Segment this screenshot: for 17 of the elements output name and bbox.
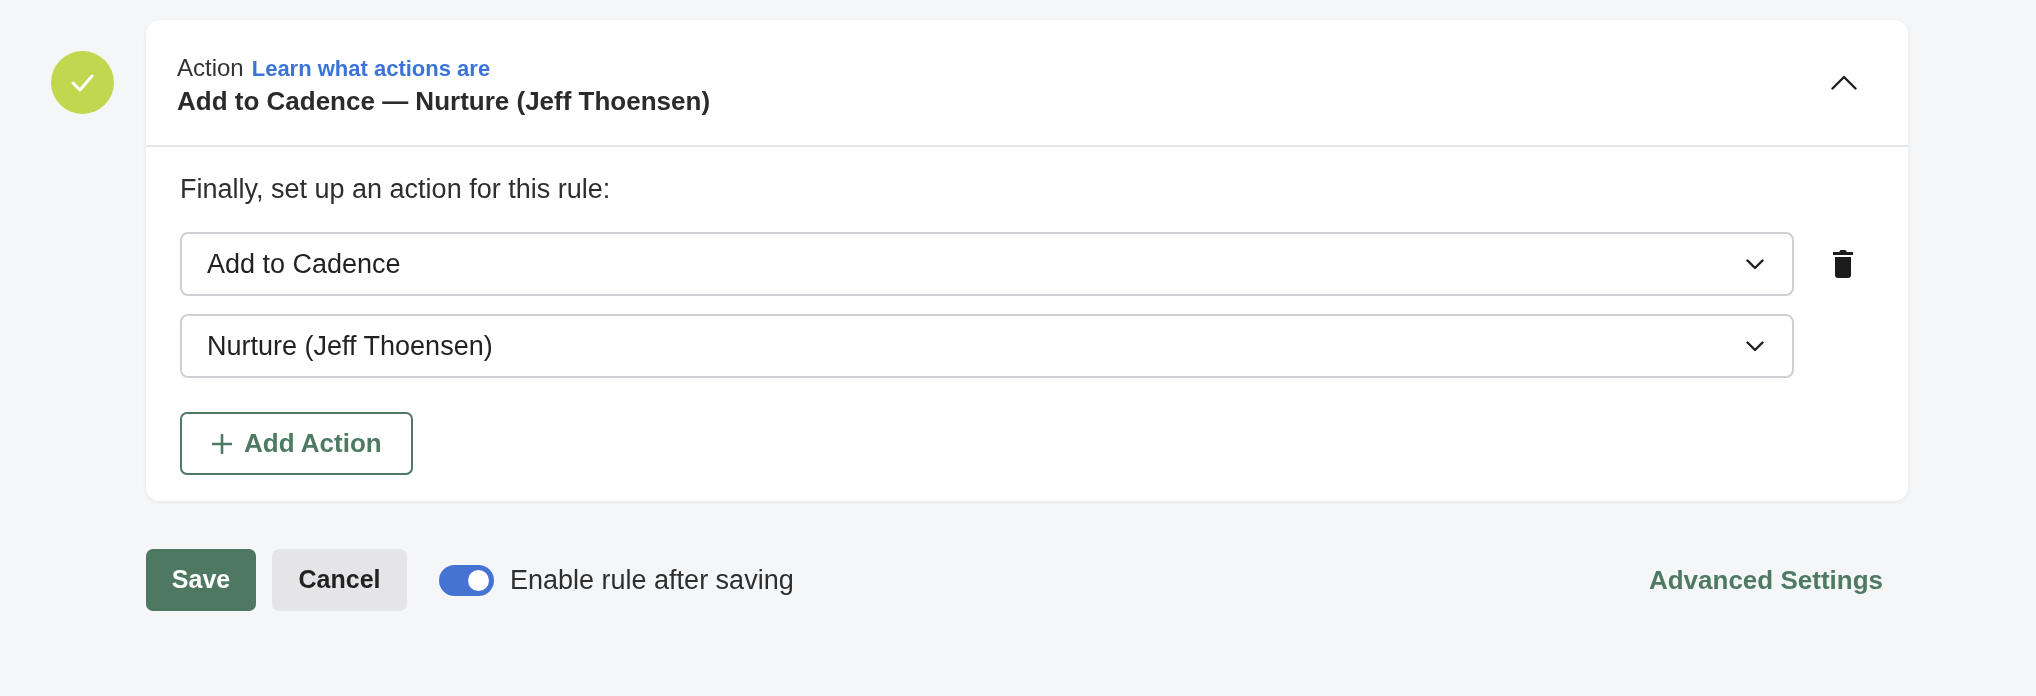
- toggle-label: Enable rule after saving: [510, 563, 794, 597]
- action-summary-title: Add to Cadence — Nurture (Jeff Thoensen): [177, 85, 711, 118]
- select-field[interactable]: Nurture (Jeff Thoensen): [180, 314, 1794, 378]
- advanced-settings-link[interactable]: Advanced Settings: [1648, 560, 1883, 600]
- chevron-down-icon: [1746, 258, 1764, 270]
- section-label: Action: [177, 53, 244, 83]
- select-field[interactable]: Add to Cadence: [180, 232, 1794, 296]
- instruction-text: Finally, set up an action for this rule:: [180, 173, 611, 206]
- chevron-down-icon: [1746, 340, 1764, 352]
- cancel-button[interactable]: Cancel: [272, 549, 407, 611]
- trash-icon[interactable]: [1833, 250, 1853, 278]
- plus-icon: [212, 433, 232, 454]
- chevron-up-icon[interactable]: [1831, 75, 1857, 90]
- add-action-button[interactable]: Add Action: [180, 412, 413, 475]
- save-button[interactable]: Save: [146, 549, 256, 611]
- toggle-switch[interactable]: [439, 564, 494, 596]
- help-link[interactable]: Learn what actions are: [251, 54, 491, 84]
